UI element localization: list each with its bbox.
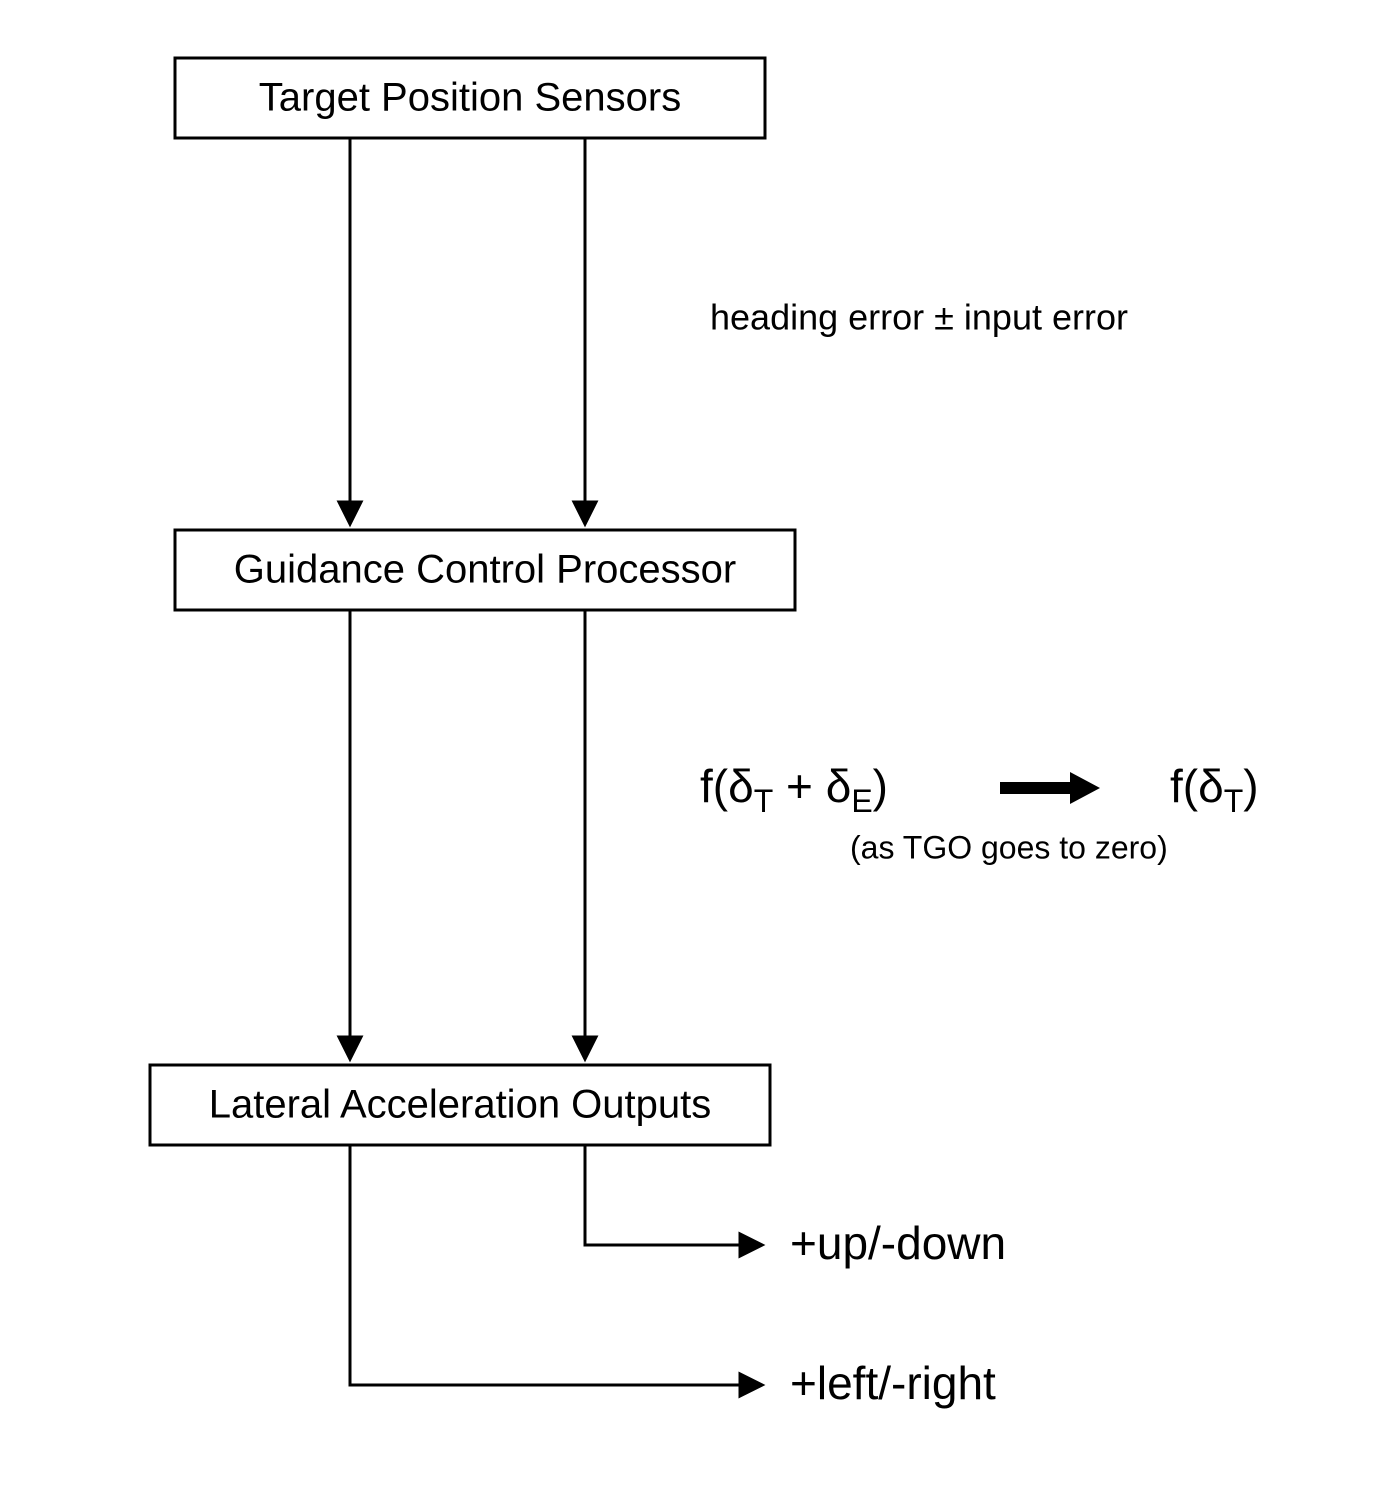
formula-lhs: f(δT + δE)	[700, 760, 888, 819]
arrow-output-updown	[585, 1145, 760, 1245]
box-sensors-label: Target Position Sensors	[259, 76, 681, 120]
diagram-canvas: Target Position Sensors heading error ± …	[0, 0, 1392, 1495]
annotation-tgo: (as TGO goes to zero)	[850, 829, 1168, 865]
formula-group: f(δT + δE) f(δT) (as TGO goes to zero)	[700, 760, 1259, 865]
label-leftright: +left/-right	[790, 1357, 996, 1409]
label-updown: +up/-down	[790, 1217, 1006, 1269]
box-outputs-label: Lateral Acceleration Outputs	[209, 1083, 712, 1127]
box-processor-label: Guidance Control Processor	[234, 548, 736, 592]
formula-arrow-icon	[1000, 772, 1100, 804]
arrow-output-leftright	[350, 1145, 760, 1385]
formula-rhs: f(δT)	[1170, 760, 1259, 819]
annotation-heading-error: heading error ± input error	[710, 297, 1128, 338]
